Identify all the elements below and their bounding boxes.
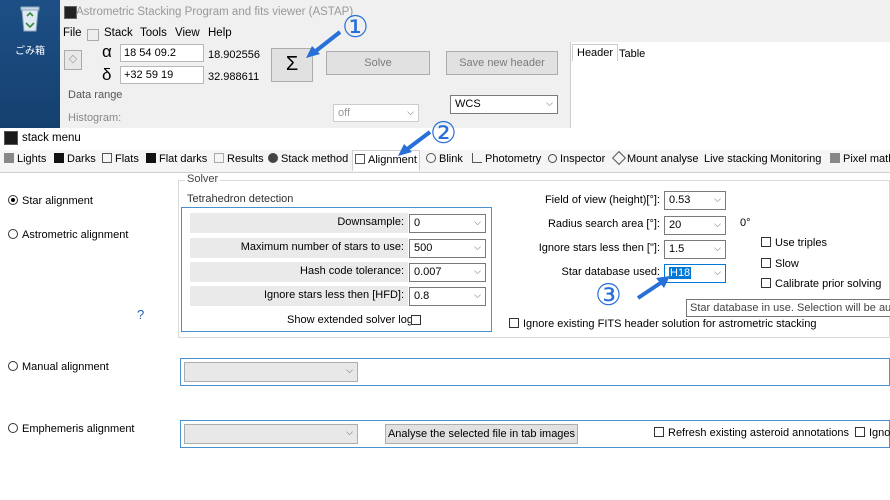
help-question-mark[interactable]: ? [137,307,144,322]
tab-pixel-math[interactable]: Pixel math [830,153,890,165]
hash-tolerance-label: Hash code tolerance: [300,265,404,277]
annotation-arrow-one [306,30,342,58]
tab-inspector[interactable]: Inspector [548,153,605,165]
desktop-background: ごみ箱 [0,0,60,130]
stack-tabs: Lights Darks Flats Flat darks Results St… [0,150,890,173]
tab-results[interactable]: Results [214,153,264,165]
tab-mount-analyse[interactable]: Mount analyse [611,150,699,166]
use-triples-checkbox[interactable]: Use triples [761,237,827,249]
dec-input[interactable]: +32 59 19 [120,66,204,84]
data-range-label: Data range [68,89,123,101]
histogram-select[interactable]: off ⌵ [333,104,419,122]
show-extended-log-label: Show extended solver log [287,314,413,326]
ra-decimal: 18.902556 [208,49,260,61]
histogram-label: Histogram: [68,112,122,124]
projection-select[interactable]: WCS ⌵ [450,95,558,114]
annotation-two: ② [430,116,457,151]
solver-group-label: Solver [185,173,221,185]
ignore-truncated-checkbox[interactable]: Igno [855,427,890,439]
alignment-icon [355,154,365,164]
star-db-tooltip: Star database in use. Selection will be … [686,299,890,317]
calibrate-prior-checkbox[interactable]: Calibrate prior solving [761,278,881,290]
star-db-select[interactable]: H18 ⌵ [664,264,726,283]
annotation-arrow-three [636,276,670,300]
alpha-symbol: α [102,42,112,61]
manual-alignment-radio[interactable]: Manual alignment [8,361,109,373]
tab-darks[interactable]: Darks [54,153,96,165]
slow-checkbox[interactable]: Slow [761,258,799,270]
stack-menu-app-icon [4,131,18,145]
ignore-hfd-select[interactable]: 0.8 ⌵ [409,287,486,306]
window-title: Astrometric Stacking Program and fits vi… [76,6,354,18]
delta-symbol: δ [102,65,112,84]
ignore-hfd-label: Ignore stars less then [HFD]: [264,289,404,301]
ra-input[interactable]: 18 54 09.2 [120,44,204,62]
analyse-selected-file-button[interactable]: Analyse the selected file in tab images [385,424,578,444]
hash-tolerance-select[interactable]: 0.007 ⌵ [409,263,486,282]
save-header-button[interactable]: Save new header [446,51,558,75]
star-alignment-radio[interactable]: Star alignment [8,195,93,207]
annotation-arrow-two [398,130,432,156]
copy-icon [87,29,99,41]
fov-select[interactable]: 0.53 ⌵ [664,191,726,210]
recycle-bin-label: ごみ箱 [15,46,45,57]
tab-flat-darks[interactable]: Flat darks [146,153,207,165]
ephemeris-select[interactable]: ⌵ [184,424,358,444]
ignore-fits-header-checkbox[interactable]: Ignore existing FITS header solution for… [509,318,816,330]
tab-stack-method[interactable]: Stack method [268,153,348,165]
menu-view[interactable]: View [175,27,200,39]
downsample-select[interactable]: 0 ⌵ [409,214,486,233]
tab-lights[interactable]: Lights [4,153,46,165]
toggle-diamond-icon[interactable]: ◇ [64,50,82,70]
stack-menu-window: stack menu Lights Darks Flats Flat darks… [0,116,890,500]
radius-unit: 0° [740,217,751,229]
fov-label: Field of view (height)[°]: [544,194,660,206]
tab-photometry[interactable]: Photometry [472,153,541,165]
tab-flats[interactable]: Flats [102,153,139,165]
refresh-asteroid-checkbox[interactable]: Refresh existing asteroid annotations [654,427,849,439]
dec-decimal: 32.988611 [208,71,260,83]
tab-live-stacking[interactable]: Live stacking [704,153,768,165]
manual-alignment-select[interactable]: ⌵ [184,362,358,382]
downsample-label: Downsample: [337,216,404,228]
ephemeris-alignment-radio[interactable]: Emphemeris alignment [8,423,135,435]
tab-table[interactable]: Table [617,46,647,62]
menu-help[interactable]: Help [208,27,232,39]
radius-select[interactable]: 20 ⌵ [664,216,726,235]
annotation-three: ③ [595,278,622,313]
menu-file[interactable]: File [63,27,82,39]
radius-label: Radius search area [°]: [547,218,660,230]
astrometric-alignment-radio[interactable]: Astrometric alignment [8,229,128,241]
stack-menu-title: stack menu [22,132,81,144]
tetrahedron-group-label: Tetrahedron detection [187,193,294,205]
annotation-one: ① [342,10,369,45]
menu-stack[interactable]: Stack [104,27,133,39]
ignore-arcsec-select[interactable]: 1.5 ⌵ [664,240,726,259]
show-extended-log-checkbox[interactable] [411,315,421,325]
ignore-arcsec-label: Ignore stars less then ["]: [538,242,660,254]
astap-main-window: Astrometric Stacking Program and fits vi… [60,0,890,130]
recycle-bin-icon[interactable] [18,4,42,32]
max-stars-label: Maximum number of stars to use: [240,241,404,253]
menu-tools[interactable]: Tools [140,27,167,39]
tab-header[interactable]: Header [572,44,619,61]
magnifier-icon [548,154,557,163]
tab-monitoring[interactable]: Monitoring [770,153,821,165]
max-stars-select[interactable]: 500 ⌵ [409,239,486,258]
